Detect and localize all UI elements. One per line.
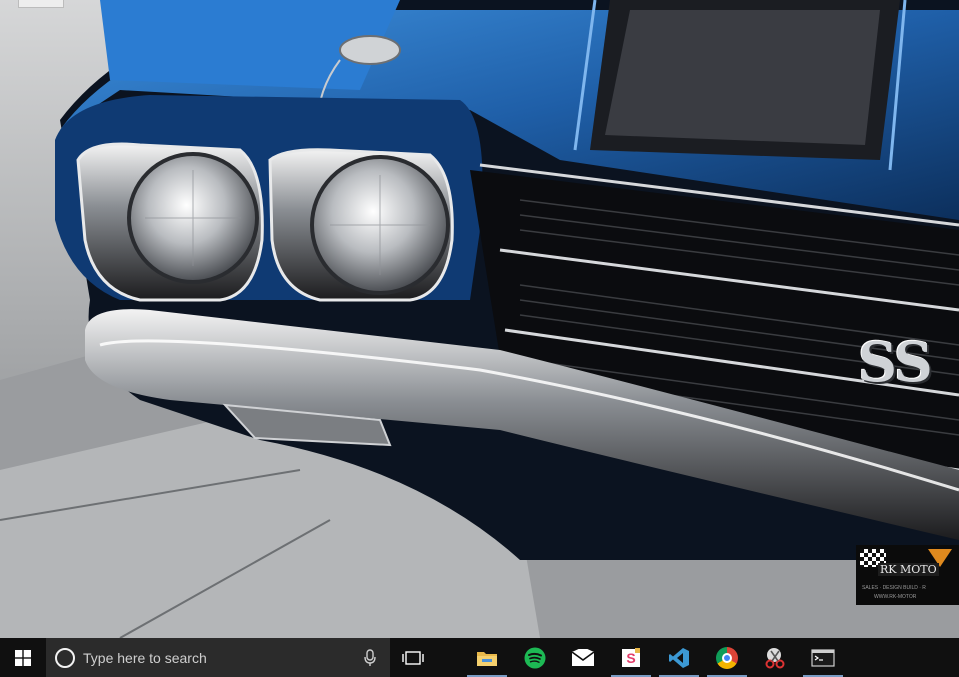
search-placeholder: Type here to search — [83, 649, 207, 666]
ss-emblem: SS — [858, 330, 933, 394]
windows-logo-icon — [15, 649, 31, 666]
microphone-icon[interactable] — [364, 649, 376, 667]
s-app-icon: S — [622, 647, 640, 667]
taskbar-snipping-tool[interactable] — [751, 638, 799, 677]
desktop-window-stub[interactable] — [18, 0, 64, 8]
vscode-icon — [669, 647, 689, 668]
snipping-tool-icon — [765, 647, 785, 668]
search-box[interactable]: Type here to search — [46, 638, 390, 677]
taskbar-file-explorer[interactable] — [463, 638, 511, 677]
taskbar-spotify[interactable] — [511, 638, 559, 677]
task-view-button[interactable] — [390, 638, 436, 677]
desktop-wallpaper: SS RK MOTO SALES · DESIGN BUILD · R WWW.… — [0, 0, 959, 638]
taskbar: Type here to search S — [0, 638, 959, 677]
dealer-badge: RK MOTO SALES · DESIGN BUILD · R WWW.RK-… — [856, 545, 959, 605]
start-button[interactable] — [0, 638, 46, 677]
terminal-icon — [811, 648, 835, 667]
task-view-icon — [402, 650, 424, 665]
chrome-icon — [716, 646, 738, 669]
badge-title: RK MOTO — [878, 563, 939, 576]
taskbar-mail[interactable] — [559, 638, 607, 677]
folder-icon — [477, 651, 497, 666]
cortana-circle-icon — [55, 647, 75, 668]
wallpaper-car-image — [0, 0, 959, 638]
mail-icon — [571, 648, 595, 666]
svg-text:S: S — [626, 650, 635, 666]
taskbar-s-app[interactable]: S — [607, 638, 655, 677]
taskbar-command-prompt[interactable] — [799, 638, 847, 677]
badge-line2: SALES · DESIGN BUILD · R — [862, 585, 926, 591]
taskbar-chrome[interactable] — [703, 638, 751, 677]
badge-line3: WWW.RK-MOTOR — [874, 594, 917, 600]
spotify-icon — [524, 647, 546, 668]
taskbar-vscode[interactable] — [655, 638, 703, 677]
